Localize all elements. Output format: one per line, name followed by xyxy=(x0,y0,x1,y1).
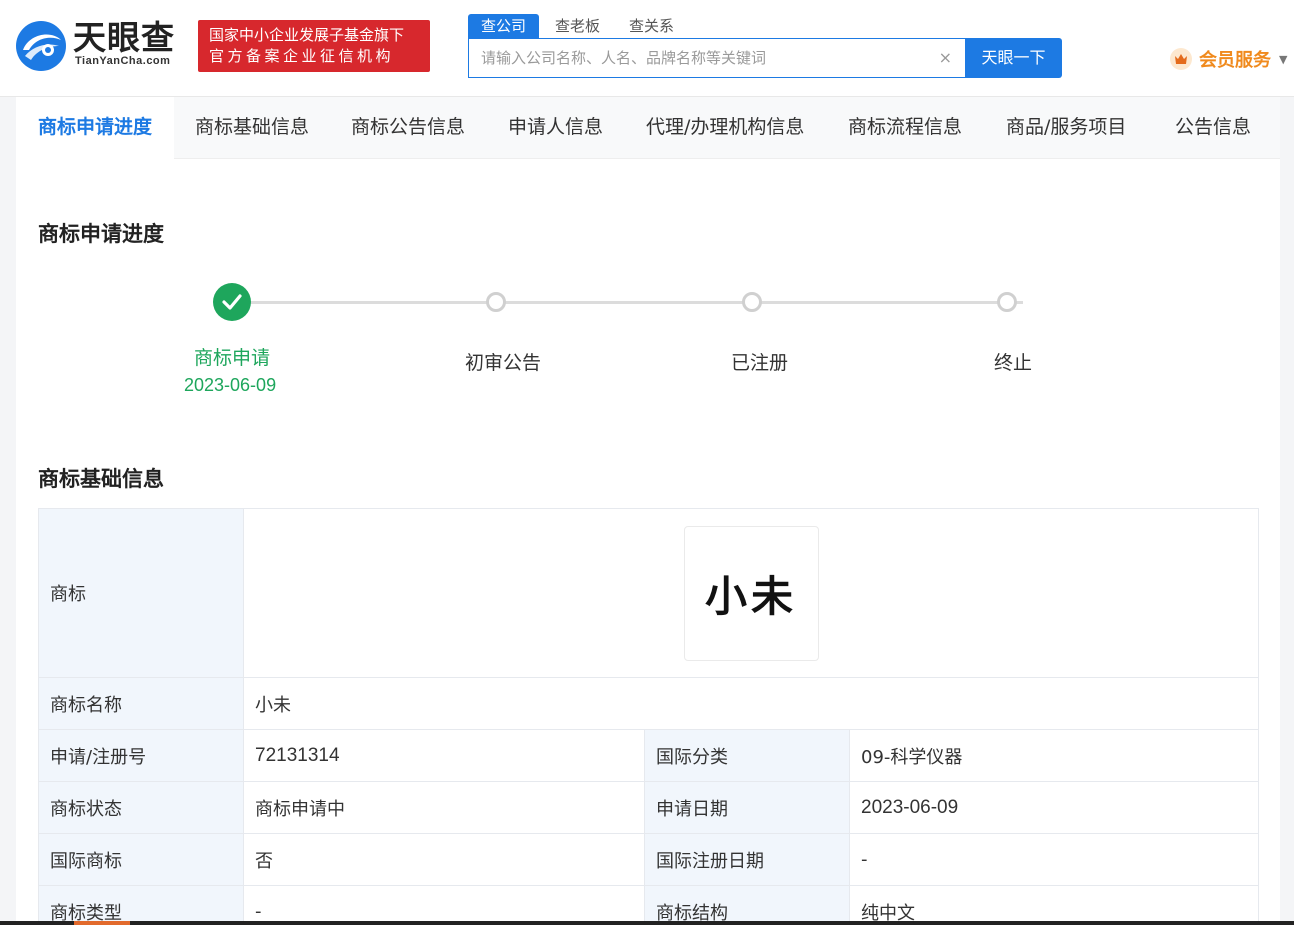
step-dot-pending xyxy=(997,292,1017,312)
search-box: × xyxy=(468,38,966,78)
search-tab-boss[interactable]: 查老板 xyxy=(555,14,600,38)
table-row: 商标状态 商标申请中 申请日期 2023-06-09 xyxy=(38,781,1260,834)
field-value: - xyxy=(243,885,645,925)
detail-tabs: 商标申请进度 商标基础信息 商标公告信息 申请人信息 代理/办理机构信息 商标流… xyxy=(16,97,1280,159)
member-service-link[interactable]: 会员服务 ▼ xyxy=(1170,46,1287,72)
trademark-image-text: 小未 xyxy=(705,571,798,621)
member-service-label: 会员服务 xyxy=(1199,50,1271,71)
tab-applicant-info[interactable]: 申请人信息 xyxy=(508,97,603,159)
search-button[interactable]: 天眼一下 xyxy=(965,38,1062,78)
field-label: 商标状态 xyxy=(38,781,244,834)
field-value: 09-科学仪器 xyxy=(848,729,1260,782)
step-label: 终止 xyxy=(994,352,1033,374)
field-label: 国际分类 xyxy=(644,729,850,782)
logo-subtitle: TianYanCha.com xyxy=(75,55,171,67)
field-label: 申请日期 xyxy=(644,781,850,834)
tab-agency-info[interactable]: 代理/办理机构信息 xyxy=(646,97,804,159)
trademark-info-table: 商标 小未 商标名称 小未 申请/注册号 72131314 国际分类 09-科学… xyxy=(38,508,1260,925)
taskbar-accent xyxy=(74,921,130,925)
progress-track xyxy=(248,301,1023,304)
step-label: 初审公告 xyxy=(465,352,542,374)
eye-logo-icon xyxy=(16,21,66,71)
table-row: 商标 小未 xyxy=(38,508,1260,678)
progress-section-title: 商标申请进度 xyxy=(38,222,164,246)
field-label: 国际注册日期 xyxy=(644,833,850,886)
step-date: 2023-06-09 xyxy=(184,375,277,395)
table-row: 申请/注册号 72131314 国际分类 09-科学仪器 xyxy=(38,729,1260,782)
table-row: 商标名称 小未 xyxy=(38,677,1260,730)
field-value: 否 xyxy=(243,833,645,886)
name-value: 小未 xyxy=(242,677,1260,730)
step-dot-pending xyxy=(742,292,762,312)
table-row: 国际商标 否 国际注册日期 - xyxy=(38,833,1260,886)
tab-announcement-info[interactable]: 商标公告信息 xyxy=(351,97,465,159)
trademark-image[interactable]: 小未 xyxy=(683,525,819,661)
table-row: 商标类型 - 商标结构 纯中文 xyxy=(38,885,1260,925)
official-badge: 国家中小企业发展子基金旗下 官方备案企业征信机构 xyxy=(198,20,430,72)
mark-image-cell: 小未 xyxy=(242,508,1260,678)
step-dot-pending xyxy=(486,292,506,312)
field-label: 商标类型 xyxy=(38,885,244,925)
field-value: 2023-06-09 xyxy=(848,781,1260,834)
field-label: 申请/注册号 xyxy=(38,729,244,782)
field-value: 72131314 xyxy=(243,729,645,782)
name-label: 商标名称 xyxy=(38,677,244,730)
site-logo[interactable]: 天眼查 TianYanCha.com xyxy=(15,20,187,72)
tab-notice-info[interactable]: 公告信息 xyxy=(1175,97,1251,159)
tab-goods-services[interactable]: 商品/服务项目 xyxy=(1006,97,1126,159)
trademark-detail-card: 商标申请进度 商标基础信息 商标公告信息 申请人信息 代理/办理机构信息 商标流… xyxy=(16,97,1280,925)
tab-process-info[interactable]: 商标流程信息 xyxy=(848,97,962,159)
tab-basic-info[interactable]: 商标基础信息 xyxy=(195,97,309,159)
mark-label: 商标 xyxy=(38,508,244,678)
tab-apply-progress[interactable]: 商标申请进度 xyxy=(16,97,174,159)
field-value: 商标申请中 xyxy=(243,781,645,834)
logo-title: 天眼查 xyxy=(73,18,175,57)
step-done-check-icon xyxy=(213,283,251,321)
bottom-taskbar xyxy=(0,921,1294,925)
crown-icon xyxy=(1170,48,1192,70)
badge-line-1: 国家中小企业发展子基金旗下 xyxy=(209,26,405,44)
clear-icon[interactable]: × xyxy=(939,48,952,67)
search-tab-company[interactable]: 查公司 xyxy=(468,14,540,38)
search-tab-relation[interactable]: 查关系 xyxy=(629,14,674,38)
field-label: 国际商标 xyxy=(38,833,244,886)
field-label: 商标结构 xyxy=(644,885,850,925)
step-label: 商标申请 xyxy=(194,347,271,369)
search-input[interactable] xyxy=(469,39,919,77)
basic-section-title: 商标基础信息 xyxy=(38,467,164,491)
step-label: 已注册 xyxy=(731,352,789,374)
field-value: - xyxy=(848,833,1260,886)
badge-line-2: 官方备案企业征信机构 xyxy=(209,47,395,65)
chevron-down-icon: ▼ xyxy=(1279,52,1288,66)
top-header: 天眼查 TianYanCha.com 国家中小企业发展子基金旗下 官方备案企业征… xyxy=(0,0,1294,97)
field-value: 纯中文 xyxy=(848,885,1260,925)
